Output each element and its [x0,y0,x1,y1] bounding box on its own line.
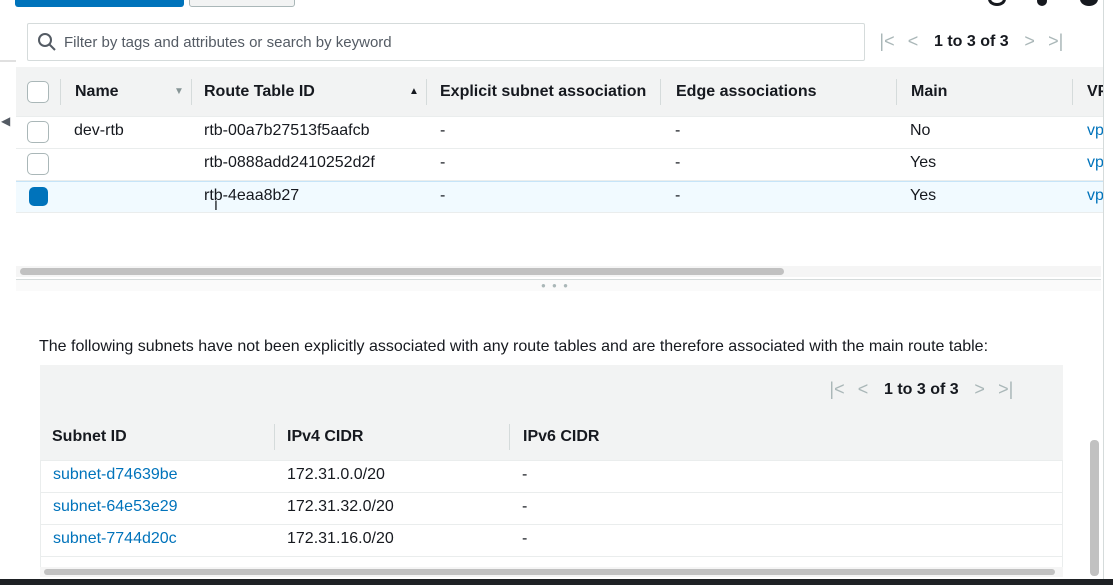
subnet-association-note: The following subnets have not been expl… [39,338,989,355]
edge-associations: - [675,154,681,171]
column-header-explicit-subnet-label: Explicit subnet association [440,83,647,100]
column-header-subnet-id-label: Subnet ID [52,427,127,445]
edge-associations: - [675,122,681,139]
column-header-ipv6-cidr-label: IPv6 CIDR [523,427,600,445]
ipv4-cidr: 172.31.0.0/20 [287,466,385,483]
first-page-icon[interactable]: |< [874,31,900,52]
column-header-name-label: Name [75,83,119,100]
column-divider [426,79,427,105]
create-route-table-button[interactable] [15,0,184,7]
next-page-icon[interactable]: > [1017,31,1043,52]
horizontal-scrollbar-thumb[interactable] [20,268,784,275]
window-bottom-bar [0,579,1113,585]
gutter-divider [0,60,16,62]
help-icon[interactable] [1080,0,1098,6]
subnets-pagination-text: 1 to 3 of 3 [884,380,959,398]
subnet-row: subnet-d74639be 172.31.0.0/20 - [40,461,1063,493]
subnets-header: Subnet ID IPv4 CIDR IPv6 CIDR [40,412,1063,461]
vpc-link[interactable]: vp [1087,122,1104,140]
select-all-checkbox[interactable] [27,81,49,103]
subnet-id-link[interactable]: subnet-7744d20c [53,530,177,548]
text-cursor-icon: I [214,197,218,213]
vertical-scrollbar-thumb[interactable] [1090,440,1099,576]
ipv4-cidr: 172.31.16.0/20 [287,530,394,547]
splitter-handle-icon[interactable]: ● ● ● [541,281,570,290]
row-checkbox[interactable] [27,153,49,175]
prev-page-icon[interactable]: < [850,379,876,400]
right-panel-edge [1103,0,1113,585]
route-tables-header: Name ▼ Route Table ID ▲ Explicit subnet … [16,67,1113,117]
column-header-route-table-id[interactable]: Route Table ID [204,67,315,117]
main-flag: Yes [910,187,937,204]
route-table-id: rtb-4eaa8b27 [204,187,300,204]
subnet-id-link[interactable]: subnet-64e53e29 [53,498,178,516]
table-row-selected[interactable]: rtb-4eaa8b27 - - Yes vp [16,181,1113,213]
column-header-main[interactable]: Main [911,67,947,117]
column-divider [60,79,61,105]
route-table-id: rtb-0888add2410252d2f [204,154,375,171]
route-table-id: rtb-00a7b27513f5aafcb [204,122,370,139]
ipv6-cidr: - [522,466,528,483]
ipv4-cidr: 172.31.32.0/20 [287,498,394,515]
explicit-subnet-association: - [440,122,446,139]
subnet-row: subnet-64e53e29 172.31.32.0/20 - [40,493,1063,525]
main-flag: No [910,122,931,139]
settings-icon[interactable] [1037,0,1047,6]
route-table-name: dev-rtb [74,122,124,139]
column-divider [896,79,897,105]
column-header-ipv6-cidr[interactable]: IPv6 CIDR [523,412,599,461]
explicit-subnet-association: - [440,154,446,171]
filter-placeholder: Filter by tags and attributes or search … [64,34,392,51]
row-checkbox[interactable] [27,121,49,143]
column-header-route-table-id-label: Route Table ID [204,83,315,100]
column-divider [1072,79,1073,105]
subnets-pagination: |< < 1 to 3 of 3 > >| [824,379,1019,400]
pagination: |< < 1 to 3 of 3 > >| [874,31,1069,52]
first-page-icon[interactable]: |< [824,379,850,400]
last-page-icon[interactable]: >| [993,379,1019,400]
refresh-icon[interactable] [988,0,1006,6]
vpc-link[interactable]: vp [1087,187,1104,205]
last-page-icon[interactable]: >| [1043,31,1069,52]
sort-ascending-icon[interactable]: ▲ [409,86,419,97]
column-header-main-label: Main [911,83,948,100]
column-header-explicit-subnet[interactable]: Explicit subnet association [440,67,650,117]
subnet-row: subnet-7744d20c 172.31.16.0/20 - [40,525,1063,557]
pagination-text: 1 to 3 of 3 [934,32,1009,50]
edge-associations: - [675,187,681,204]
column-header-ipv4-cidr[interactable]: IPv4 CIDR [287,412,363,461]
column-divider [660,79,661,105]
column-header-name[interactable]: Name [75,67,119,117]
collapse-nav-icon[interactable]: ◀ [1,114,10,128]
subnets-horizontal-scrollbar-thumb[interactable] [44,569,1055,575]
ipv6-cidr: - [522,530,528,547]
sort-caret-icon[interactable]: ▼ [174,86,184,97]
table-row[interactable]: dev-rtb rtb-00a7b27513f5aafcb - - No vp [16,117,1113,149]
prev-page-icon[interactable]: < [900,31,926,52]
column-divider [274,424,275,450]
column-header-ipv4-cidr-label: IPv4 CIDR [287,427,364,445]
ipv6-cidr: - [522,498,528,515]
column-header-edge-associations[interactable]: Edge associations [676,67,817,117]
filter-input[interactable]: Filter by tags and attributes or search … [27,23,865,61]
column-header-edge-associations-label: Edge associations [676,83,817,100]
main-flag: Yes [910,154,937,171]
vpc-link[interactable]: vp [1087,154,1104,172]
subnet-id-link[interactable]: subnet-d74639be [53,466,178,484]
explicit-subnet-association: - [440,187,446,204]
next-page-icon[interactable]: > [967,379,993,400]
actions-button[interactable] [189,0,295,7]
column-divider [191,79,192,105]
table-row[interactable]: rtb-0888add2410252d2f - - Yes vp [16,149,1113,181]
column-header-subnet-id[interactable]: Subnet ID [52,412,127,461]
row-checkbox-checked[interactable] [29,187,48,206]
search-icon [38,33,56,51]
column-divider [509,424,510,450]
